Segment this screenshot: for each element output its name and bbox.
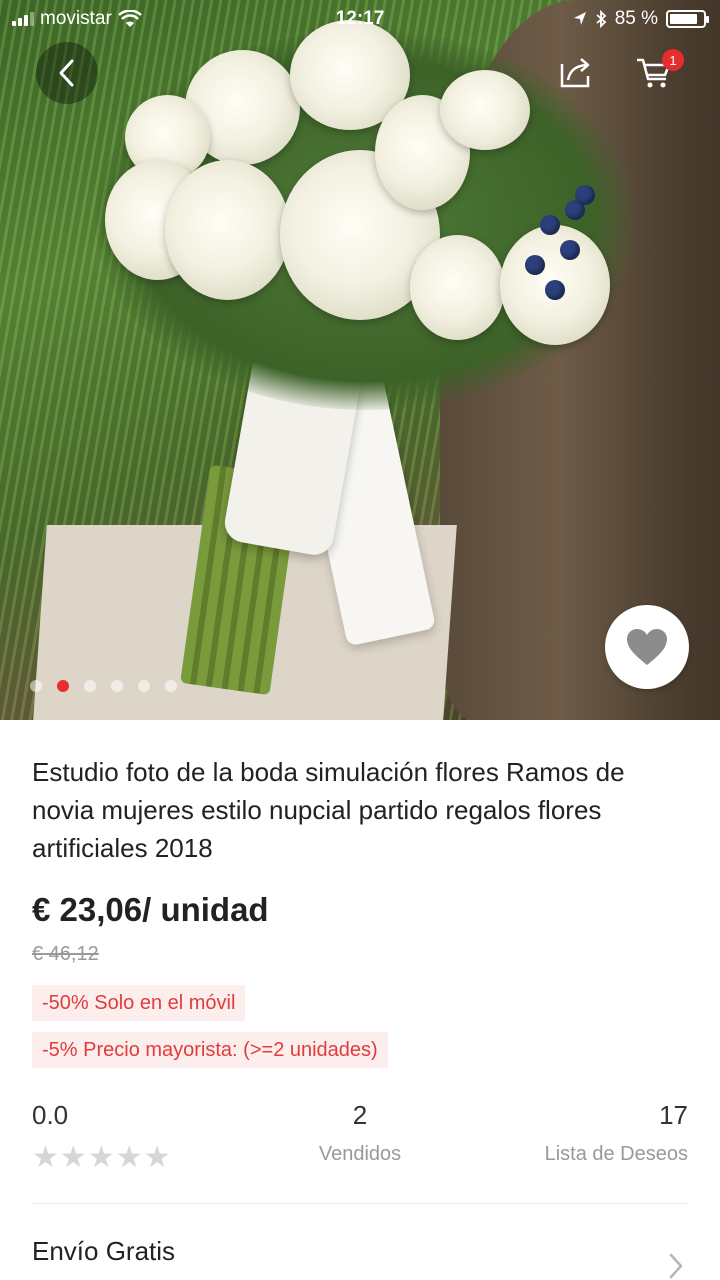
image-berry [545, 280, 565, 300]
gallery-dot[interactable] [165, 680, 177, 692]
gallery-dot[interactable] [84, 680, 96, 692]
star-icon: ★ [87, 1141, 115, 1174]
bluetooth-icon [596, 10, 607, 28]
star-icon: ★ [115, 1141, 143, 1174]
divider [32, 1203, 688, 1204]
battery-percent: 85 % [614, 8, 658, 29]
share-icon [560, 58, 590, 88]
gallery-pagination [30, 680, 177, 692]
sold-count: 2 [352, 1100, 368, 1130]
battery-icon [666, 10, 709, 28]
product-price: € 23,06/ unidad [32, 891, 269, 928]
back-button[interactable] [36, 42, 98, 104]
heart-icon [627, 629, 667, 665]
wishlist-stat: 17 Lista de Deseos [545, 1100, 688, 1166]
image-berry [525, 255, 545, 275]
gallery-dot[interactable] [30, 680, 42, 692]
image-rose [165, 160, 290, 300]
gallery-dot[interactable] [57, 680, 69, 692]
cart-count-badge: 1 [662, 49, 684, 71]
gallery-dot[interactable] [138, 680, 150, 692]
wishlist-label: Lista de Deseos [544, 1143, 688, 1165]
chevron-left-icon [59, 59, 74, 87]
sold-label: Vendidos [318, 1143, 402, 1165]
rating-value: 0.0 [32, 1100, 69, 1130]
star-icon: ★ [143, 1141, 171, 1174]
product-title: Estudio foto de la boda simulación flore… [32, 757, 625, 863]
gallery-dot[interactable] [111, 680, 123, 692]
battery-fill [670, 14, 698, 24]
sold-stat: 2 Vendidos [300, 1100, 420, 1166]
promo-mobile-discount: -50% Solo en el móvil [32, 985, 246, 1021]
star-icon: ★ [32, 1141, 59, 1174]
wishlist-count: 17 [659, 1100, 688, 1130]
cart-button[interactable]: 1 [634, 49, 684, 96]
promo-wholesale-discount: -5% Precio mayorista: (>=2 unidades) [32, 1032, 388, 1068]
location-icon [573, 12, 586, 25]
share-button[interactable] [556, 52, 596, 92]
rating-stat[interactable]: 0.0 ★ ★ ★ ★ ★ [32, 1100, 171, 1173]
image-berry [575, 185, 595, 205]
shipping-label[interactable]: Envío Gratis [32, 1236, 175, 1267]
image-rose [440, 70, 530, 150]
favorite-button[interactable] [605, 605, 689, 689]
product-image[interactable] [0, 0, 720, 720]
status-right: 85 % [573, 8, 709, 30]
status-bar: movistar 12:17 85 % [0, 0, 720, 38]
image-berry [560, 240, 580, 260]
chevron-right-icon[interactable] [668, 1252, 684, 1280]
star-icon: ★ [59, 1141, 87, 1174]
rating-stars: ★ ★ ★ ★ ★ [32, 1143, 171, 1173]
product-stats: 0.0 ★ ★ ★ ★ ★ 2 Vendidos 17 Lista de Des… [0, 1100, 720, 1180]
image-berry [540, 215, 560, 235]
image-rose [410, 235, 505, 340]
original-price: € 46,12 [32, 943, 99, 965]
